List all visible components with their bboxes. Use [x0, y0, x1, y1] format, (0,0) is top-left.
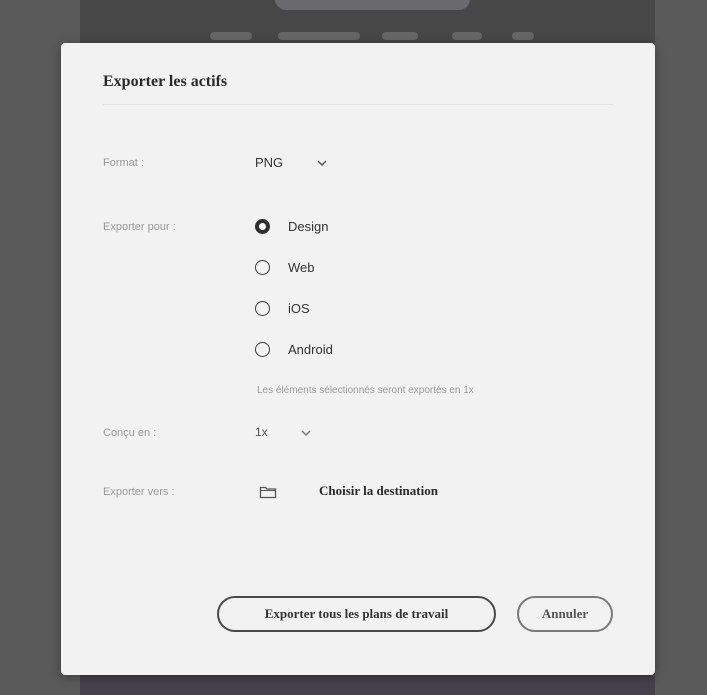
export-hint-text: Les éléments sélectionnés seront exporté… [257, 385, 474, 396]
format-dropdown[interactable]: PNG [253, 151, 333, 175]
radio-label: Android [288, 341, 333, 357]
background-tab [278, 32, 360, 40]
radio-android[interactable]: Android [255, 339, 333, 359]
radio-label: iOS [288, 300, 310, 316]
radio-label: Web [288, 259, 315, 275]
format-value: PNG [255, 155, 284, 170]
radio-label: Design [288, 218, 329, 234]
radio-design[interactable]: Design [255, 216, 328, 236]
export-to-label: Exporter vers : [103, 486, 175, 498]
export-assets-dialog: Exporter les actifs Format : PNG Exporte… [61, 43, 655, 675]
radio-button[interactable] [255, 300, 270, 316]
background-tab [512, 32, 534, 40]
export-for-label: Exporter pour : [103, 221, 176, 233]
radio-button[interactable] [255, 341, 270, 357]
background-tab [382, 32, 418, 40]
designed-in-label: Conçu en : [103, 427, 157, 439]
folder-icon[interactable] [259, 485, 277, 499]
designed-in-value: 1x [255, 425, 268, 439]
chevron-down-icon [301, 430, 311, 437]
title-divider [103, 104, 613, 105]
radio-ios[interactable]: iOS [255, 298, 310, 318]
format-label: Format : [103, 157, 144, 169]
dialog-title: Exporter les actifs [103, 73, 228, 90]
radio-web[interactable]: Web [255, 257, 315, 277]
choose-destination-link[interactable]: Choisir la destination [319, 483, 438, 499]
background-toolbar-pill [275, 0, 470, 10]
background-tab [210, 32, 252, 40]
cancel-button[interactable]: Annuler [517, 596, 613, 632]
radio-button-checked[interactable] [255, 218, 270, 234]
background-tab [452, 32, 482, 40]
radio-button[interactable] [255, 259, 270, 275]
export-all-artboards-button[interactable]: Exporter tous les plans de travail [217, 596, 496, 632]
designed-in-dropdown[interactable]: 1x [253, 421, 323, 445]
chevron-down-icon [317, 160, 327, 167]
